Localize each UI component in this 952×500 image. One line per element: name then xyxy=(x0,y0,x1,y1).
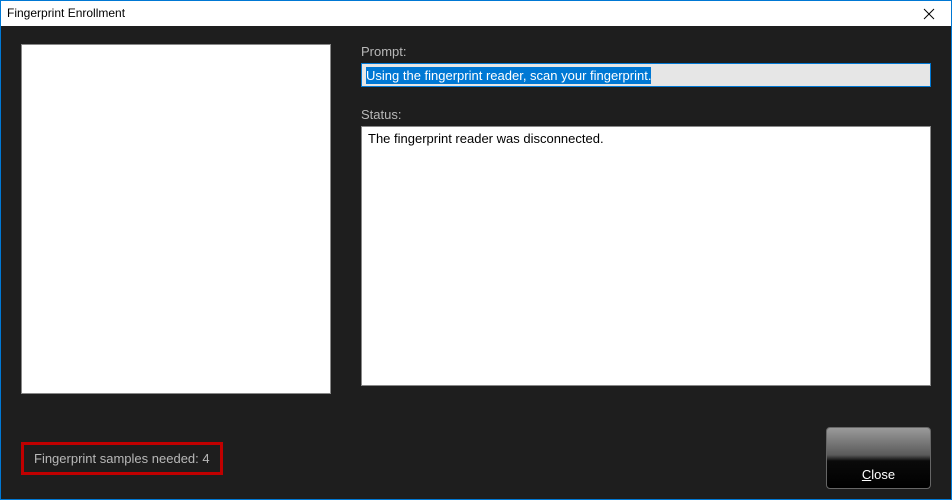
samples-needed: Fingerprint samples needed: 4 xyxy=(21,442,223,475)
close-icon xyxy=(923,8,935,20)
window-close-button[interactable] xyxy=(906,1,951,26)
status-area: Status: xyxy=(361,107,931,405)
prompt-field[interactable]: Using the fingerprint reader, scan your … xyxy=(361,63,931,87)
fingerprint-preview xyxy=(21,44,331,394)
prompt-value: Using the fingerprint reader, scan your … xyxy=(366,67,651,84)
titlebar: Fingerprint Enrollment xyxy=(1,1,951,26)
status-label: Status: xyxy=(361,107,931,122)
status-field[interactable] xyxy=(361,126,931,386)
close-button-rest: lose xyxy=(871,467,895,482)
prompt-label: Prompt: xyxy=(361,44,931,59)
enrollment-window: Fingerprint Enrollment Prompt: Using the… xyxy=(0,0,952,500)
content-area: Prompt: Using the fingerprint reader, sc… xyxy=(1,26,951,499)
bottom-row: Fingerprint samples needed: 4 Close xyxy=(21,427,931,489)
close-button[interactable]: Close xyxy=(826,427,931,489)
main-row: Prompt: Using the fingerprint reader, sc… xyxy=(21,44,931,405)
samples-count: 4 xyxy=(202,451,209,466)
window-title: Fingerprint Enrollment xyxy=(7,1,125,26)
right-column: Prompt: Using the fingerprint reader, sc… xyxy=(361,44,931,405)
samples-label: Fingerprint samples needed: xyxy=(34,451,199,466)
close-button-accel: C xyxy=(862,467,871,482)
